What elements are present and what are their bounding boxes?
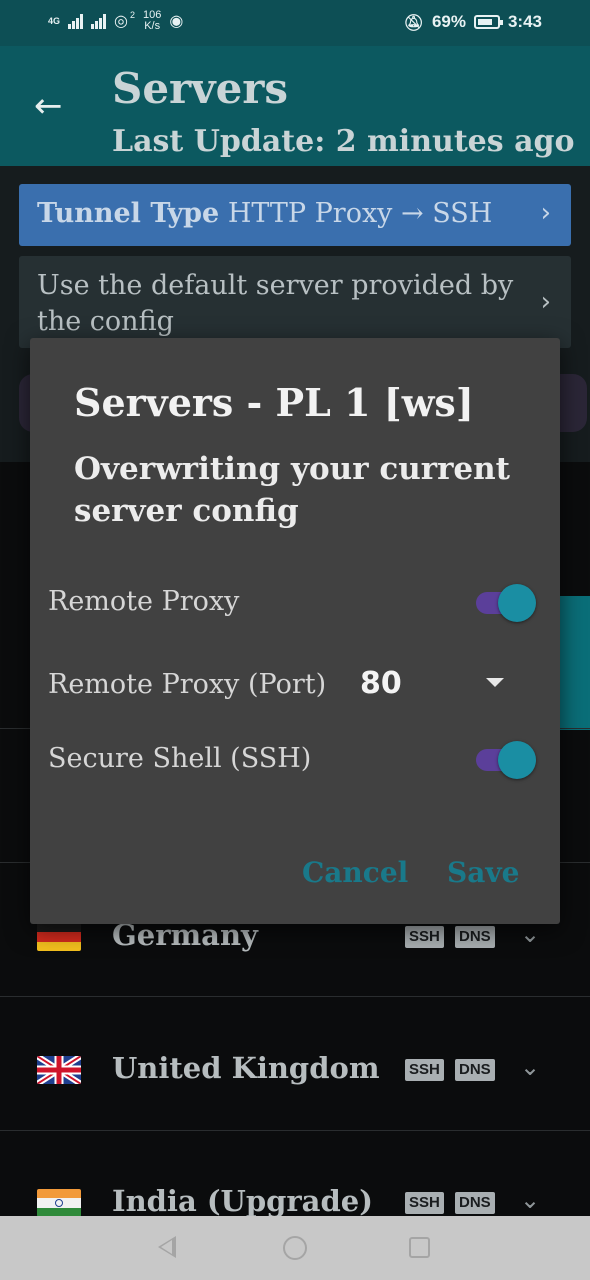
remote-proxy-toggle[interactable] xyxy=(476,582,536,622)
dns-badge: DNS xyxy=(455,1059,495,1081)
hotspot-count: 2 xyxy=(129,10,135,20)
dropdown-arrow-icon[interactable] xyxy=(486,678,504,687)
network-speed: 106 K/s xyxy=(143,10,161,32)
clock: 3:43 xyxy=(507,12,542,31)
chevron-down-icon[interactable]: ⌄ xyxy=(520,1186,540,1214)
cancel-button[interactable]: Cancel xyxy=(302,856,408,889)
chevron-right-icon: › xyxy=(540,287,551,317)
nav-home-icon[interactable] xyxy=(283,1236,307,1260)
chevron-down-icon[interactable]: ⌄ xyxy=(520,920,540,948)
mute-icon: 🔕︎ xyxy=(403,12,424,32)
ssh-badge: SSH xyxy=(405,926,444,948)
speed-unit: K/s xyxy=(144,20,161,32)
nav-back-icon[interactable] xyxy=(158,1236,176,1258)
nav-recents-icon[interactable] xyxy=(409,1237,430,1258)
network-type: 4G xyxy=(48,15,61,26)
chevron-down-icon[interactable]: ⌄ xyxy=(520,1053,540,1081)
status-bar: 4G ◎ 2 106 K/s ◉ 🔕︎ 69% 3:43 xyxy=(0,0,590,46)
uk-flag-icon xyxy=(37,1056,81,1084)
back-arrow-icon[interactable]: ← xyxy=(34,86,63,126)
dns-badge: DNS xyxy=(455,1192,495,1214)
selected-server-highlight xyxy=(555,596,590,730)
ssh-toggle[interactable] xyxy=(476,739,536,779)
germany-flag-icon xyxy=(37,923,81,951)
battery-icon xyxy=(473,15,503,29)
system-nav-bar xyxy=(0,1216,590,1280)
app-header: ← Servers Last Update: 2 minutes ago xyxy=(0,46,590,166)
ssh-badge: SSH xyxy=(405,1059,444,1081)
remote-proxy-label: Remote Proxy xyxy=(48,586,240,617)
dns-badge: DNS xyxy=(455,926,495,948)
tunnel-type-button[interactable]: Tunnel Type HTTP Proxy → SSH › xyxy=(19,184,571,246)
toggle-thumb xyxy=(498,584,536,622)
page-title: Servers xyxy=(112,64,289,113)
last-update: Last Update: 2 minutes ago xyxy=(112,124,575,159)
hotspot-icon: ◎ xyxy=(114,13,128,30)
ssh-badge: SSH xyxy=(405,1192,444,1214)
dialog-title: Servers - PL 1 [ws] xyxy=(74,380,474,425)
battery-percent: 69% xyxy=(431,12,466,31)
eye-icon: ◉ xyxy=(169,13,184,30)
server-name: United Kingdom xyxy=(112,1051,380,1085)
divider xyxy=(0,1130,590,1131)
chevron-right-icon: › xyxy=(540,198,551,228)
india-flag-icon xyxy=(37,1189,81,1217)
dialog-message: Overwriting your current server config xyxy=(74,451,510,529)
signal-icon-2 xyxy=(91,13,107,29)
default-server-option[interactable]: Use the default server provided by the c… xyxy=(19,256,571,348)
remote-proxy-port-label: Remote Proxy (Port) xyxy=(48,669,327,700)
server-config-dialog: Servers - PL 1 [ws] Overwriting your cur… xyxy=(30,338,560,924)
tunnel-type-value: HTTP Proxy → SSH xyxy=(227,198,493,229)
signal-icon xyxy=(68,13,84,29)
divider xyxy=(0,996,590,997)
ssh-label: Secure Shell (SSH) xyxy=(48,743,312,774)
server-row-united-kingdom[interactable]: United Kingdom SSH DNS ⌄ xyxy=(0,1035,590,1105)
default-server-text: Use the default server provided by the c… xyxy=(37,270,514,337)
server-name: India (Upgrade) xyxy=(112,1184,373,1218)
tunnel-type-label: Tunnel Type xyxy=(37,198,220,229)
toggle-thumb xyxy=(498,741,536,779)
save-button[interactable]: Save xyxy=(447,856,519,889)
remote-proxy-port-select[interactable]: 80 xyxy=(360,666,402,701)
